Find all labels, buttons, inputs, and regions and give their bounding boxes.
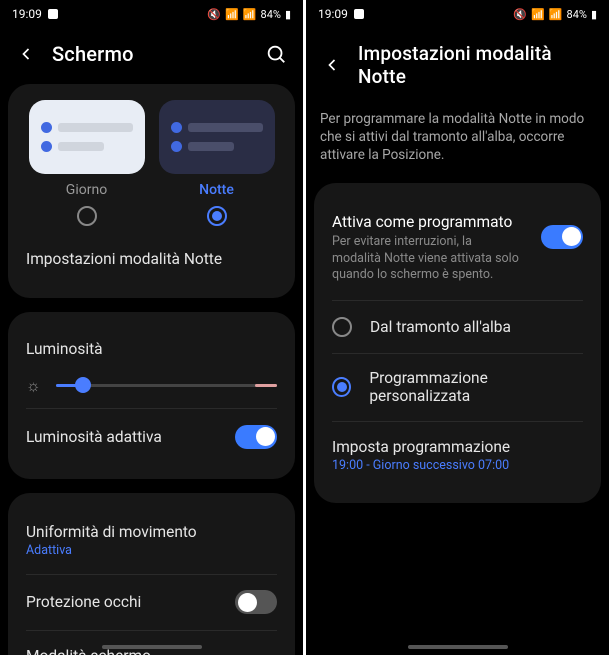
mute-icon: 🔇	[513, 8, 527, 21]
divider	[332, 300, 583, 301]
divider	[332, 421, 583, 422]
page-title: Impostazioni modalità Notte	[358, 42, 593, 88]
theme-day-label: Giorno	[66, 182, 107, 198]
sunset-option-row[interactable]: Dal tramonto all'alba	[328, 303, 587, 351]
schedule-toggle[interactable]	[541, 225, 583, 249]
sunset-radio[interactable]	[332, 317, 352, 337]
back-icon[interactable]	[322, 55, 342, 75]
set-schedule-row[interactable]: Imposta programmazione 19:00 - Giorno su…	[328, 424, 587, 487]
nav-bar-handle[interactable]	[102, 645, 202, 649]
battery-text: 84%	[567, 8, 587, 21]
display-options-card: Uniformità di movimento Adattiva Protezi…	[8, 493, 295, 656]
theme-card: Giorno Notte Impostazioni modalità Notte	[8, 84, 295, 298]
theme-night-radio[interactable]	[207, 206, 227, 226]
theme-night-preview	[159, 100, 275, 174]
header: Schermo	[0, 28, 303, 84]
mute-icon: 🔇	[207, 8, 221, 21]
battery-text: 84%	[261, 8, 281, 21]
eye-protection-toggle[interactable]	[235, 590, 277, 614]
brightness-slider-row: ☼	[22, 370, 281, 406]
wifi-icon: 📶	[531, 8, 545, 21]
back-icon[interactable]	[16, 44, 36, 64]
location-notice: Per programmare la modalità Notte in mod…	[306, 106, 609, 183]
schedule-card: Attiva come programmato Per evitare inte…	[314, 183, 601, 503]
wifi-icon: 📶	[225, 8, 239, 21]
status-bar: 19:09 🔇 📶 📶 84% ▮	[0, 0, 303, 28]
divider	[26, 630, 277, 631]
theme-night[interactable]: Notte	[159, 100, 275, 226]
divider	[332, 353, 583, 354]
left-screen: 19:09 🔇 📶 📶 84% ▮ Schermo	[0, 0, 303, 655]
app-indicator-icon	[354, 9, 364, 19]
schedule-toggle-row[interactable]: Attiva come programmato Per evitare inte…	[328, 199, 587, 299]
eye-protection-row[interactable]: Protezione occhi	[22, 576, 281, 628]
status-time: 19:09	[12, 7, 42, 21]
status-time: 19:09	[318, 7, 348, 21]
adaptive-brightness-row[interactable]: Luminosità adattiva	[22, 411, 281, 463]
motion-smoothness-row[interactable]: Uniformità di movimento Adattiva	[22, 509, 281, 572]
night-mode-settings-link[interactable]: Impostazioni modalità Notte	[22, 236, 281, 282]
theme-day[interactable]: Giorno	[29, 100, 145, 226]
screen-mode-row[interactable]: Modalità schermo Vivida	[22, 633, 281, 656]
nav-bar-handle[interactable]	[408, 645, 508, 649]
battery-icon: ▮	[591, 8, 597, 21]
signal-icon: 📶	[243, 8, 257, 21]
custom-schedule-option-row[interactable]: Programmazione personalizzata	[328, 355, 587, 419]
divider	[26, 408, 277, 409]
custom-radio[interactable]	[332, 377, 351, 397]
adaptive-brightness-toggle[interactable]	[235, 425, 277, 449]
status-bar: 19:09 🔇 📶 📶 84% ▮	[306, 0, 609, 28]
app-indicator-icon	[48, 9, 58, 19]
theme-day-preview	[29, 100, 145, 174]
header: Impostazioni modalità Notte	[306, 28, 609, 106]
theme-day-radio[interactable]	[77, 206, 97, 226]
signal-icon: 📶	[549, 8, 563, 21]
brightness-label-row: Luminosità	[22, 328, 281, 370]
page-title: Schermo	[52, 42, 249, 66]
theme-night-label: Notte	[199, 182, 234, 198]
brightness-slider[interactable]	[56, 384, 277, 387]
battery-icon: ▮	[285, 8, 291, 21]
divider	[26, 574, 277, 575]
brightness-card: Luminosità ☼ Luminosità adattiva	[8, 312, 295, 479]
right-screen: 19:09 🔇 📶 📶 84% ▮ Impostazioni modalità …	[306, 0, 609, 655]
sun-icon: ☼	[26, 376, 44, 394]
search-icon[interactable]	[265, 43, 287, 65]
